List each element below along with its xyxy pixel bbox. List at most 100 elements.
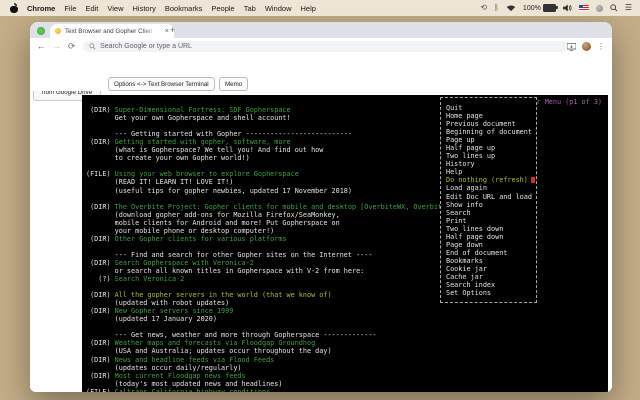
gopher-item-type-label: (DIR) [86,291,115,300]
gopher-link[interactable]: Weather maps and forecasts via Floodgap … [115,339,316,347]
gopher-link-row[interactable]: (DIR) Most current Floodgap news feeds [86,372,608,380]
popup-item-two-lines-down[interactable]: Two lines down [441,225,536,233]
gopher-link-row[interactable]: (FILE) Caltrans California highway condi… [86,388,608,392]
popup-item-page-down[interactable]: Page down [441,241,536,249]
battery-indicator[interactable]: 100% [523,4,558,12]
new-tab-button[interactable]: + [170,25,175,36]
popup-item-show-info[interactable]: Show info [441,201,536,209]
gopher-text: (updated with robot updates) [114,299,230,308]
send-to-device-icon[interactable] [567,42,576,51]
popup-item-half-page-down[interactable]: Half page down [441,233,536,241]
popup-item-quit[interactable]: Quit [441,104,536,112]
gopher-link[interactable]: New Gopher servers since 1999 [115,307,234,315]
traffic-light-green[interactable] [37,27,45,35]
notification-center-icon[interactable]: ☰ [625,4,632,12]
text-browser-terminal[interactable]: pher Menu (p1 of 3) (DIR) Super-Dimensio… [82,95,608,392]
popup-item-beginning-of-document[interactable]: Beginning of document [441,128,536,136]
gopher-text: --- Getting started with Gopher --------… [114,130,352,139]
browser-tab[interactable]: Text Browser and Gopher Clien × [50,24,174,38]
terminal-text-row: (today's most updated news and headlines… [86,380,608,388]
gopher-text: --- Find and search for other Gopher sit… [114,250,373,259]
menubar-item-history[interactable]: History [133,4,156,13]
reload-button[interactable]: ⟳ [68,42,75,51]
gopher-link-row[interactable]: (DIR) News and headline feeds via Flood … [86,356,608,364]
popup-item-bookmarks[interactable]: Bookmarks [441,257,536,265]
menubar-item-view[interactable]: View [107,4,123,13]
wifi-icon[interactable] [506,4,516,12]
forward-button[interactable]: → [53,42,62,51]
menubar-item-window[interactable]: Window [265,4,292,13]
gopher-text: (updates occur daily/regularly) [114,363,242,372]
gopher-link-row[interactable]: (DIR) Weather maps and forecasts via Flo… [86,339,608,347]
us-flag-input-icon[interactable] [578,4,589,12]
popup-item-end-of-document[interactable]: End of document [441,249,536,257]
tab-close-icon[interactable]: × [165,27,169,35]
search-icon [89,43,96,50]
gopher-item-type-label: (DIR) [86,371,115,380]
update-icon[interactable]: ⟲ [480,4,487,12]
menubar-item-tab[interactable]: Tab [244,4,256,13]
menubar-item-edit[interactable]: Edit [85,4,98,13]
memo-button[interactable]: Memo [219,77,249,91]
gopher-link[interactable]: Using your web browser to explore Gopher… [115,170,299,178]
apple-menu-icon[interactable] [10,2,18,13]
popup-item-previous-document[interactable]: Previous document [441,120,536,128]
popup-item-page-up[interactable]: Page up [441,136,536,144]
gopher-item-type-label [86,154,115,162]
siri-icon[interactable] [595,4,603,12]
popup-item-half-page-up[interactable]: Half page up [441,144,536,152]
gopher-link[interactable]: All the gopher servers in the world (tha… [115,291,332,299]
menubar-item-people[interactable]: People [211,4,234,13]
popup-item-set-options[interactable]: Set Options [441,289,536,297]
popup-item-history[interactable]: History [441,160,536,168]
menubar-item-bookmarks[interactable]: Bookmarks [165,4,203,13]
popup-item-load-again[interactable]: Load again [441,184,536,192]
volume-icon[interactable] [562,4,572,12]
menubar-status-area: ⟲ ᛒ 100% ☰ [480,4,640,12]
gopher-item-type-label [86,380,115,388]
popup-item-search[interactable]: Search [441,209,536,217]
popup-item-print[interactable]: Print [441,217,536,225]
popup-item-two-lines-up[interactable]: Two lines up [441,152,536,160]
gopher-item-type-label: (?) [86,275,115,284]
popup-item-do-nothing-refresh-[interactable]: Do nothing (refresh) [441,176,536,184]
popup-item-cache-jar[interactable]: Cache jar [441,273,536,281]
popup-item-edit-doc-url-and-load[interactable]: Edit Doc URL and load [441,193,536,201]
gopher-link[interactable]: Most current Floodgap news feeds [115,372,246,380]
gopher-item-type-label [86,243,115,251]
back-button[interactable]: ← [37,42,46,51]
spotlight-icon[interactable] [610,4,618,12]
gopher-item-type-label [86,299,115,307]
gopher-link-row[interactable]: (DIR) New Gopher servers since 1999 [86,307,608,315]
page-content: Open a File from Google Drive Options <-… [30,55,612,392]
popup-item-help[interactable]: Help [441,168,536,176]
menubar-item-chrome[interactable]: Chrome [27,4,55,13]
bluetooth-icon[interactable]: ᛒ [494,4,499,12]
gopher-link[interactable]: Search Veronica-2 [115,275,185,283]
popup-item-cookie-jar[interactable]: Cookie jar [441,265,536,273]
chrome-menu-icon[interactable]: ⋮ [597,42,605,51]
gopher-link[interactable]: Other Gopher clients for various platfor… [115,235,287,243]
gopher-item-type-label [86,331,115,339]
gopher-item-type-label: (DIR) [86,258,115,267]
popup-item-search-index[interactable]: Search index [441,281,536,289]
gopher-item-type-label [86,283,115,291]
gopher-link[interactable]: Caltrans California highway conditions [115,388,271,392]
address-bar[interactable]: Search Google or type a URL [83,41,567,52]
gopher-link[interactable]: Search Gopherspace with Veronica-2 [115,259,254,267]
gopher-link[interactable]: News and headline feeds via Flood Feeds [115,356,275,364]
gopher-text: (useful tips for gopher newbies, updated… [114,186,352,195]
gopher-item-type-label [86,187,115,195]
gopher-link[interactable]: Getting started with gopher, software, m… [115,138,291,146]
popup-item-home-page[interactable]: Home page [441,112,536,120]
menubar-item-file[interactable]: File [64,4,76,13]
menubar-menus: Chrome File Edit View History Bookmarks People… [0,2,325,13]
menubar-item-help[interactable]: Help [301,4,316,13]
terminal-text-row [86,323,608,331]
gopher-link[interactable]: The Overbite Project: Gopher clients for… [115,203,446,211]
gopher-item-type-label [86,178,115,186]
gopher-item-type-label [86,323,115,331]
profile-avatar[interactable] [582,42,591,51]
options-toggle-button[interactable]: Options <-> Text Browser Terminal [108,77,215,91]
gopher-link[interactable]: Super-Dimensional Fortress: SDF Gophersp… [115,106,291,114]
